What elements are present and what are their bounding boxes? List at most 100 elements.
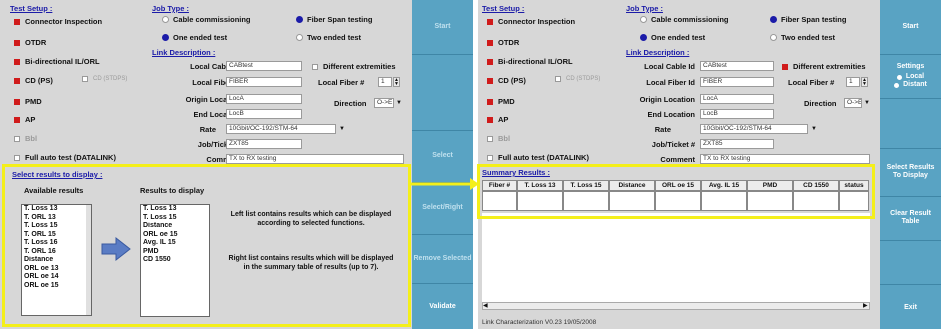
checkbox-checked-icon [487, 77, 493, 84]
test-setup-title: Test Setup : [482, 4, 525, 13]
different-extremities-checkbox[interactable]: Different extremities [312, 62, 396, 71]
checkbox-checked-icon [14, 98, 20, 105]
full-auto-checkbox[interactable]: Full auto test (DATALINK) [487, 153, 589, 162]
radio-empty-icon [640, 16, 647, 23]
checkbox-checked-icon [487, 39, 493, 46]
checkbox-empty-icon [14, 135, 20, 142]
rate-select[interactable]: 10Gbit/OC-192/STM-64 [700, 124, 808, 134]
direction-select[interactable]: O->E [374, 98, 394, 108]
chevron-down-icon[interactable]: ▼ [338, 124, 346, 134]
distant-radio[interactable]: Distant [894, 81, 927, 89]
origin-location-label: Origin Location [639, 95, 695, 104]
end-location-label: End Location [647, 110, 696, 119]
direction-label: Direction [334, 99, 367, 108]
local-fiber-num-label: Local Fiber # [318, 78, 365, 87]
connector-inspection-checkbox[interactable]: Connector Inspection [14, 17, 102, 26]
checkbox-empty-icon [312, 63, 318, 70]
select-results-to-display-button[interactable]: Select Results To Display [880, 150, 941, 194]
fiber-span-radio[interactable]: Fiber Span testing [770, 15, 846, 24]
spinner-arrows-icon[interactable]: ▲ ▼ [393, 77, 400, 87]
end-location-input[interactable]: LocB [226, 109, 302, 119]
ap-checkbox[interactable]: AP [487, 115, 508, 124]
job-ticket-input[interactable]: ZXT85 [226, 139, 302, 149]
chevron-down-icon[interactable]: ▼ [810, 124, 818, 134]
local-cable-input[interactable]: CABtest [226, 61, 302, 71]
local-fiber-num-input[interactable]: 1 [378, 77, 392, 87]
checkbox-checked-icon [14, 58, 20, 65]
two-ended-radio[interactable]: Two ended test [296, 33, 361, 42]
comment-label: Comment [660, 155, 695, 164]
checkbox-checked-icon [14, 116, 20, 123]
checkbox-empty-icon [487, 154, 493, 161]
exit-button[interactable]: Exit [880, 286, 941, 329]
origin-location-input[interactable]: LocA [700, 94, 774, 104]
comment-input[interactable]: TX to RX testing [700, 154, 870, 164]
start-button[interactable]: Start [880, 0, 941, 54]
radio-selected-icon [770, 16, 777, 23]
checkbox-checked-icon [14, 18, 20, 25]
full-auto-checkbox[interactable]: Full auto test (DATALINK) [14, 153, 116, 162]
chevron-down-icon[interactable]: ▼ [395, 98, 403, 108]
cable-commissioning-radio[interactable]: Cable commissioning [640, 15, 729, 24]
local-fiber-input[interactable]: FIBER [226, 77, 302, 87]
radio-selected-icon [640, 34, 647, 41]
local-radio[interactable]: Local [896, 73, 924, 81]
otdr-checkbox[interactable]: OTDR [14, 38, 46, 47]
end-location-input[interactable]: LocB [700, 109, 774, 119]
clear-result-table-button[interactable]: Clear Result Table [880, 198, 941, 238]
select-button[interactable]: Select [412, 131, 473, 181]
rate-select[interactable]: 10Gbit/OC-192/STM-64 [226, 124, 336, 134]
radio-empty-icon [770, 34, 777, 41]
radio-selected-icon [894, 82, 900, 88]
bidir-checkbox[interactable]: Bi-directional IL/ORL [487, 57, 573, 66]
scroll-right-icon[interactable]: ▶ [863, 303, 868, 309]
select-results-highlight [2, 164, 411, 327]
different-extremities-checkbox[interactable]: Different extremities [782, 62, 866, 71]
scroll-left-icon[interactable]: ◀ [483, 303, 488, 309]
direction-select[interactable]: O->E [844, 98, 862, 108]
start-button[interactable]: Start [412, 0, 473, 54]
left-side-panel: Start Select Select/Right Remove Selecte… [412, 0, 473, 329]
settings-button[interactable]: Settings Local Distant [880, 56, 941, 96]
cd-ps-checkbox[interactable]: CD (PS) [487, 76, 526, 85]
bidir-checkbox[interactable]: Bi-directional IL/ORL [14, 57, 100, 66]
cable-commissioning-radio[interactable]: Cable commissioning [162, 15, 251, 24]
bbl-checkbox[interactable]: Bbl [487, 134, 510, 143]
comment-input[interactable]: TX to RX testing [226, 154, 404, 164]
bbl-checkbox[interactable]: Bbl [14, 134, 37, 143]
connector-inspection-checkbox[interactable]: Connector Inspection [487, 17, 575, 26]
checkbox-checked-icon [487, 116, 493, 123]
checkbox-empty-icon [14, 154, 20, 161]
checkbox-checked-icon [487, 18, 493, 25]
pmd-checkbox[interactable]: PMD [487, 97, 515, 106]
radio-empty-icon [296, 34, 303, 41]
local-fiber-num-input[interactable]: 1 [846, 77, 860, 87]
one-ended-radio[interactable]: One ended test [640, 33, 705, 42]
origin-location-input[interactable]: LocA [226, 94, 302, 104]
checkbox-empty-icon [82, 76, 88, 82]
fiber-span-radio[interactable]: Fiber Span testing [296, 15, 372, 24]
radio-selected-icon [296, 16, 303, 23]
validate-button[interactable]: Validate [412, 284, 473, 329]
job-ticket-input[interactable]: ZXT85 [700, 139, 774, 149]
checkbox-empty-icon [555, 76, 561, 82]
two-ended-radio[interactable]: Two ended test [770, 33, 835, 42]
table-area [482, 213, 870, 310]
cd-stdps-checkbox[interactable]: CD (STDPS) [555, 76, 600, 82]
pmd-checkbox[interactable]: PMD [14, 97, 42, 106]
local-cable-input[interactable]: CABtest [700, 61, 774, 71]
horizontal-scrollbar[interactable] [482, 302, 870, 310]
otdr-checkbox[interactable]: OTDR [487, 38, 519, 47]
cd-ps-checkbox[interactable]: CD (PS) [14, 76, 53, 85]
link-description-title: Link Description : [626, 48, 690, 57]
one-ended-radio[interactable]: One ended test [162, 33, 227, 42]
remove-selected-button[interactable]: Remove Selected [412, 235, 473, 282]
chevron-down-icon[interactable]: ▼ [863, 98, 871, 108]
local-fiber-input[interactable]: FIBER [700, 77, 774, 87]
checkbox-checked-icon [487, 58, 493, 65]
local-fiber-label: Local Fiber Id [646, 78, 695, 87]
cd-stdps-checkbox[interactable]: CD (STDPS) [82, 76, 127, 82]
link-description-title: Link Description : [152, 48, 216, 57]
ap-checkbox[interactable]: AP [14, 115, 35, 124]
spinner-arrows-icon[interactable]: ▲ ▼ [861, 77, 868, 87]
